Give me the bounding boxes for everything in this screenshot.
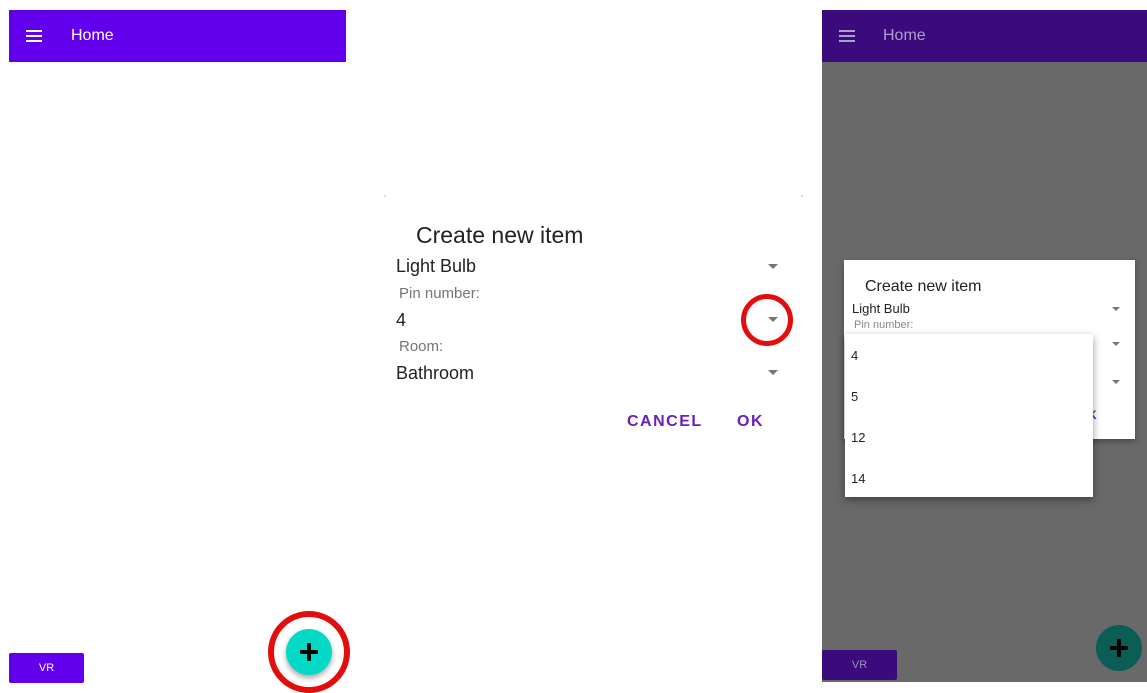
vr-button[interactable]: VR bbox=[9, 653, 84, 683]
pin-number-dropdown[interactable]: 4 bbox=[396, 310, 406, 331]
dialog-title: Create new item bbox=[416, 222, 584, 248]
device-type-dropdown[interactable]: Light Bulb bbox=[852, 301, 910, 316]
pin-option[interactable]: 12 bbox=[851, 430, 865, 445]
pin-option[interactable]: 5 bbox=[851, 389, 858, 404]
hamburger-menu-icon[interactable] bbox=[839, 30, 855, 42]
app-bar-title: Home bbox=[883, 27, 926, 44]
ok-button[interactable]: OK bbox=[737, 413, 764, 431]
app-bar: Home bbox=[822, 10, 1147, 62]
create-item-dialog: Create new item Light Bulb Pin number: 4… bbox=[384, 195, 804, 455]
dropdown-caret-icon[interactable] bbox=[1112, 380, 1120, 384]
pin-dropdown-open-panel: Home Create new item Light Bulb Pin numb… bbox=[822, 10, 1147, 682]
pin-option[interactable]: 4 bbox=[851, 348, 858, 363]
dialog-corner-mark bbox=[801, 195, 803, 197]
plus-icon bbox=[1110, 639, 1128, 657]
room-label: Room: bbox=[399, 338, 444, 355]
dropdown-caret-icon[interactable] bbox=[768, 264, 778, 269]
highlight-circle bbox=[268, 611, 350, 693]
dialog-corner-mark bbox=[384, 195, 386, 197]
pin-number-label: Pin number: bbox=[854, 319, 914, 331]
hamburger-menu-icon[interactable] bbox=[26, 30, 42, 42]
room-dropdown[interactable]: Bathroom bbox=[396, 363, 474, 384]
dropdown-caret-icon[interactable] bbox=[1112, 342, 1120, 346]
pin-number-label: Pin number: bbox=[399, 285, 480, 302]
pin-option[interactable]: 14 bbox=[851, 471, 865, 486]
app-bar: Home bbox=[9, 10, 346, 62]
device-type-dropdown[interactable]: Light Bulb bbox=[396, 256, 476, 277]
dialog-title: Create new item bbox=[865, 278, 982, 295]
dropdown-caret-icon[interactable] bbox=[1112, 307, 1120, 311]
vr-button[interactable]: VR bbox=[822, 650, 897, 680]
app-bar-title: Home bbox=[71, 27, 114, 44]
dropdown-caret-icon[interactable] bbox=[768, 370, 778, 375]
pin-number-options-menu: 4 5 12 14 bbox=[845, 334, 1093, 497]
cancel-button[interactable]: CANCEL bbox=[627, 413, 703, 431]
add-item-fab[interactable] bbox=[1096, 625, 1142, 671]
home-screen-panel: Home VR bbox=[9, 10, 350, 693]
highlight-circle bbox=[741, 294, 793, 346]
